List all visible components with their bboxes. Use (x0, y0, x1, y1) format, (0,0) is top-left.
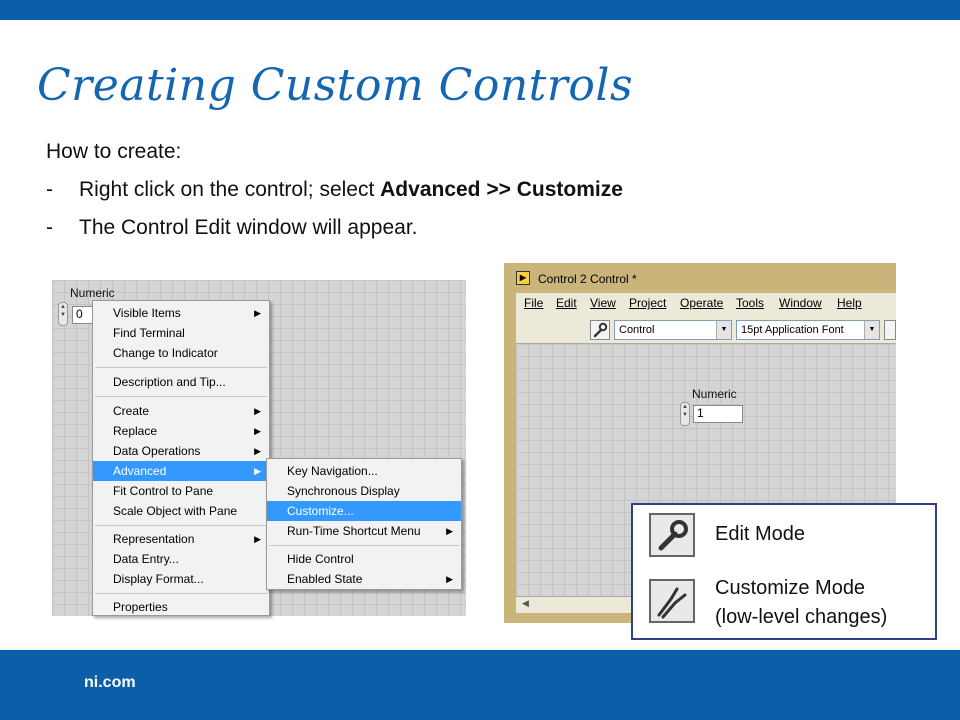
font-select[interactable]: 15pt Application Font ▼ (736, 320, 880, 340)
increment-spinner[interactable]: ▲ ▼ (58, 302, 68, 326)
chevron-down-icon: ▼ (716, 321, 731, 339)
footer-banner (0, 650, 960, 720)
align-objects-button[interactable] (884, 320, 896, 340)
bullet-1: - Right click on the control; select Adva… (46, 178, 623, 202)
menu-separator (95, 367, 267, 368)
submenu-arrow-icon: ▶ (446, 526, 453, 536)
menu-item-replace[interactable]: Replace ▶ (93, 421, 269, 441)
slide-title: Creating Custom Controls (37, 60, 634, 111)
mode-legend: Edit Mode Customize Mode (low-level chan… (631, 503, 937, 640)
menu-item-fit-control-to-pane[interactable]: Fit Control to Pane (93, 481, 269, 501)
menu-item-advanced[interactable]: Advanced ▶ (93, 461, 269, 481)
context-menu: Visible Items ▶ Find Terminal Change to I… (92, 300, 270, 616)
advanced-submenu: Key Navigation... Synchronous Display Cu… (266, 458, 462, 590)
submenu-arrow-icon: ▶ (254, 446, 261, 456)
bullet-1-bold: Advanced >> Customize (380, 178, 623, 201)
submenu-item-run-time-shortcut-menu[interactable]: Run-Time Shortcut Menu ▶ (267, 521, 461, 541)
menu-help[interactable]: Help (837, 296, 862, 310)
context-menu-screenshot: Numeric ▲ ▼ 0 Visible Items ▶ Find Termina… (52, 280, 466, 616)
menu-project[interactable]: Project (629, 296, 666, 310)
menu-item-data-operations[interactable]: Data Operations ▶ (93, 441, 269, 461)
menu-item-scale-object-with-pane[interactable]: Scale Object with Pane (93, 501, 269, 521)
submenu-item-customize[interactable]: Customize... (267, 501, 461, 521)
menu-item-data-entry[interactable]: Data Entry... (93, 549, 269, 569)
menu-item-description-and-tip[interactable]: Description and Tip... (93, 372, 269, 392)
menu-item-display-format[interactable]: Display Format... (93, 569, 269, 589)
menu-item-find-terminal[interactable]: Find Terminal (93, 323, 269, 343)
numeric-control-value[interactable]: 0 (72, 306, 94, 324)
submenu-arrow-icon: ▶ (254, 406, 261, 416)
menu-item-representation[interactable]: Representation ▶ (93, 529, 269, 549)
menu-file[interactable]: File (524, 296, 543, 310)
menu-edit[interactable]: Edit (556, 296, 577, 310)
menu-view[interactable]: View (590, 296, 616, 310)
pliers-icon (649, 579, 695, 623)
submenu-item-enabled-state[interactable]: Enabled State ▶ (267, 569, 461, 589)
customize-mode-label: Customize Mode (715, 577, 866, 599)
edit-mode-wrench-icon[interactable] (590, 320, 610, 340)
numeric-control-label: Numeric (692, 387, 737, 401)
menu-item-properties[interactable]: Properties (93, 597, 269, 617)
menu-operate[interactable]: Operate (680, 296, 723, 310)
numeric-control-value[interactable]: 1 (693, 405, 743, 423)
top-banner (0, 0, 960, 20)
menu-separator (95, 396, 267, 397)
menu-tools[interactable]: Tools (736, 296, 764, 310)
bullet-dash: - (46, 178, 53, 201)
window-title: Control 2 Control * (538, 272, 637, 286)
menu-item-change-to-indicator[interactable]: Change to Indicator (93, 343, 269, 363)
submenu-arrow-icon: ▶ (254, 534, 261, 544)
window-titlebar: ▶ Control 2 Control * (504, 269, 896, 291)
submenu-arrow-icon: ▶ (446, 574, 453, 584)
labview-app-icon: ▶ (516, 271, 530, 285)
customize-mode-note: (low-level changes) (715, 606, 888, 628)
menu-item-create[interactable]: Create ▶ (93, 401, 269, 421)
bullet-2: - The Control Edit window will appear. (46, 216, 418, 240)
bullet-dash: - (46, 216, 53, 239)
numeric-control-label: Numeric (70, 286, 115, 300)
submenu-item-synchronous-display[interactable]: Synchronous Display (267, 481, 461, 501)
wrench-icon (649, 513, 695, 557)
menu-separator (269, 545, 459, 546)
intro-text: How to create: (46, 140, 182, 163)
menu-window[interactable]: Window (779, 296, 822, 310)
increment-spinner[interactable]: ▲ ▼ (680, 402, 690, 426)
bullet-2-text: The Control Edit window will appear. (79, 216, 418, 239)
edit-mode-label: Edit Mode (715, 523, 806, 545)
menu-item-visible-items[interactable]: Visible Items ▶ (93, 303, 269, 323)
mode-select[interactable]: Control ▼ (614, 320, 732, 340)
footer-url[interactable]: ni.com (84, 674, 136, 692)
chevron-down-icon: ▼ (864, 321, 879, 339)
submenu-item-key-navigation[interactable]: Key Navigation... (267, 461, 461, 481)
scroll-left-icon[interactable]: ◀ (522, 598, 529, 609)
submenu-arrow-icon: ▶ (254, 426, 261, 436)
bullet-1-text: Right click on the control; select (79, 178, 381, 201)
menu-separator (95, 593, 267, 594)
submenu-item-hide-control[interactable]: Hide Control (267, 549, 461, 569)
submenu-arrow-icon: ▶ (254, 466, 261, 476)
menu-separator (95, 525, 267, 526)
window-toolbar: Control ▼ 15pt Application Font ▼ (516, 317, 896, 344)
submenu-arrow-icon: ▶ (254, 308, 261, 318)
